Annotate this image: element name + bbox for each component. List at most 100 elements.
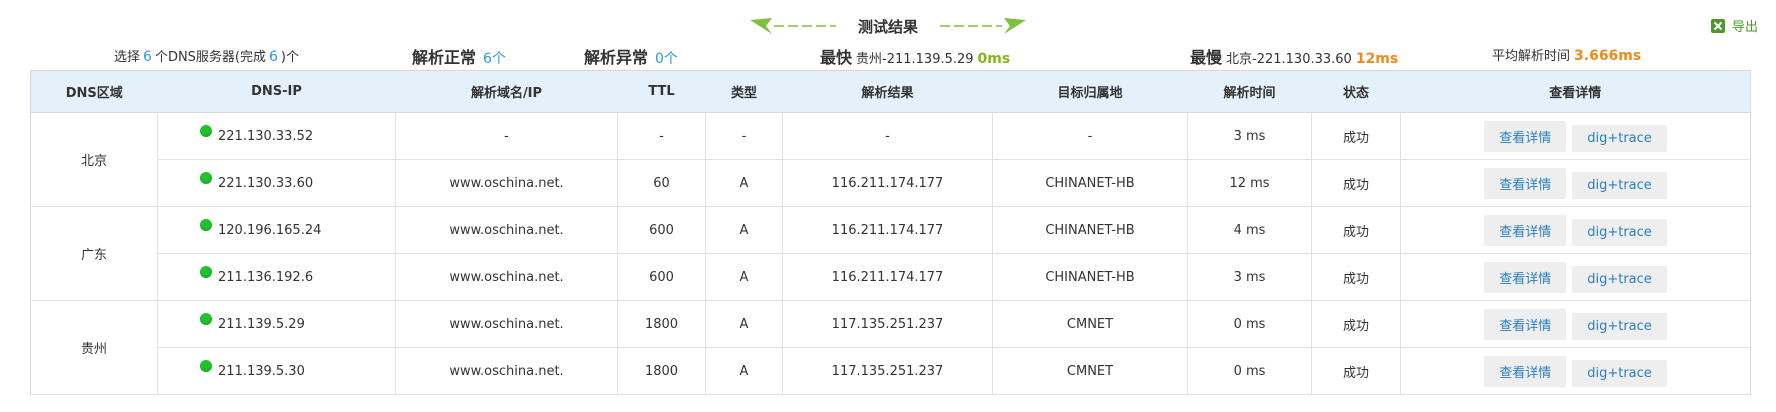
- time-cell: 3 ms: [1187, 253, 1312, 301]
- result-cell: 116.211.174.177: [782, 159, 993, 207]
- slowest-server: 北京-221.130.33.60: [1226, 52, 1352, 67]
- fastest-label: 最快: [820, 48, 853, 67]
- dig-trace-button[interactable]: dig+trace: [1572, 312, 1667, 340]
- domain-cell: -: [395, 112, 618, 160]
- status-cell: 成功: [1311, 206, 1401, 254]
- view-detail-button[interactable]: 查看详情: [1484, 261, 1567, 293]
- actions-cell: 查看详情 dig+trace: [1400, 159, 1751, 207]
- select-prefix: 选择: [114, 50, 141, 65]
- ttl-cell: 60: [617, 159, 706, 207]
- location-cell: CMNET: [992, 300, 1188, 348]
- view-detail-button[interactable]: 查看详情: [1484, 120, 1567, 152]
- table-header: DNS区域 DNS-IP 解析域名/IP TTL 类型 解析结果 目标归属地 解…: [30, 70, 1751, 113]
- fastest-summary: 最快 贵州-211.139.5.29 0ms: [820, 44, 1010, 68]
- abnormal-count: 0个: [655, 51, 678, 67]
- dig-trace-button[interactable]: dig+trace: [1572, 359, 1667, 387]
- abnormal-label: 解析异常: [584, 48, 649, 67]
- dns-ip-cell: 211.139.5.29: [157, 300, 396, 348]
- domain-cell: www.oschina.net.: [395, 253, 618, 301]
- type-cell: A: [705, 159, 783, 207]
- average-summary: 平均解析时间 3.666ms: [1492, 45, 1641, 64]
- normal-label: 解析正常: [412, 48, 477, 67]
- domain-cell: www.oschina.net.: [395, 206, 618, 254]
- table-row: 211.139.5.30 www.oschina.net. 1800 A 117…: [31, 347, 1751, 395]
- status-dot-icon: [200, 219, 212, 231]
- location-cell: CHINANET-HB: [992, 206, 1188, 254]
- table-row: 贵州 211.139.5.29 www.oschina.net. 1800 A …: [30, 300, 1751, 395]
- status-cell: 成功: [1311, 300, 1401, 348]
- col-result: 解析结果: [782, 70, 993, 113]
- abnormal-summary: 解析异常 0个: [584, 44, 681, 68]
- result-cell: 116.211.174.177: [782, 253, 993, 301]
- status-cell: 成功: [1311, 347, 1401, 395]
- domain-cell: www.oschina.net.: [395, 300, 618, 348]
- time-cell: 0 ms: [1187, 347, 1312, 395]
- view-detail-button[interactable]: 查看详情: [1484, 355, 1567, 387]
- result-cell: 117.135.251.237: [782, 300, 993, 348]
- location-cell: -: [992, 112, 1188, 160]
- type-cell: -: [705, 112, 783, 160]
- fastest-server: 贵州-211.139.5.29: [856, 52, 974, 67]
- type-cell: A: [705, 253, 783, 301]
- col-time: 解析时间: [1187, 70, 1312, 113]
- avg-time: 3.666ms: [1574, 48, 1642, 64]
- actions-cell: 查看详情 dig+trace: [1400, 112, 1751, 160]
- dig-trace-button[interactable]: dig+trace: [1572, 265, 1667, 293]
- status-dot-icon: [200, 360, 212, 372]
- time-cell: 3 ms: [1187, 112, 1312, 160]
- region-cell: 北京: [30, 112, 158, 207]
- ttl-cell: 600: [617, 206, 706, 254]
- view-detail-button[interactable]: 查看详情: [1484, 308, 1567, 340]
- title-bar: 测试结果: [0, 14, 1776, 44]
- select-done: 6: [269, 49, 278, 65]
- domain-cell: www.oschina.net.: [395, 159, 618, 207]
- normal-summary: 解析正常 6个: [412, 44, 509, 68]
- dns-ip: 211.136.192.6: [218, 269, 314, 285]
- col-location: 目标归属地: [992, 70, 1188, 113]
- result-cell: -: [782, 112, 993, 160]
- dns-ip: 211.139.5.29: [218, 316, 305, 332]
- ttl-cell: 600: [617, 253, 706, 301]
- result-cell: 117.135.251.237: [782, 347, 993, 395]
- view-detail-button[interactable]: 查看详情: [1484, 214, 1567, 246]
- time-cell: 12 ms: [1187, 159, 1312, 207]
- type-cell: A: [705, 347, 783, 395]
- actions-cell: 查看详情 dig+trace: [1400, 300, 1751, 348]
- left-arrow-decoration-icon: [749, 18, 836, 34]
- location-cell: CMNET: [992, 347, 1188, 395]
- status-cell: 成功: [1311, 253, 1401, 301]
- col-detail: 查看详情: [1400, 70, 1751, 113]
- dig-trace-button[interactable]: dig+trace: [1572, 171, 1667, 199]
- status-dot-icon: [200, 266, 212, 278]
- col-domain: 解析域名/IP: [395, 70, 618, 113]
- col-ttl: TTL: [617, 70, 706, 113]
- col-status: 状态: [1311, 70, 1401, 113]
- region-cell: 贵州: [30, 300, 158, 395]
- dns-results-table: DNS区域 DNS-IP 解析域名/IP TTL 类型 解析结果 目标归属地 解…: [30, 70, 1751, 395]
- ttl-cell: -: [617, 112, 706, 160]
- time-cell: 4 ms: [1187, 206, 1312, 254]
- dns-ip-cell: 211.139.5.30: [157, 347, 396, 395]
- result-cell: 116.211.174.177: [782, 206, 993, 254]
- select-suffix: )个: [280, 50, 299, 65]
- view-detail-button[interactable]: 查看详情: [1484, 167, 1567, 199]
- summary-bar: 选择 6 个DNS服务器(完成 6 )个 解析正常 6个 解析异常 0个 最快 …: [0, 44, 1776, 68]
- export-button[interactable]: 导出: [1710, 16, 1758, 35]
- table-row: 221.130.33.60 www.oschina.net. 60 A 116.…: [31, 159, 1751, 207]
- slowest-summary: 最慢 北京-221.130.33.60 12ms: [1190, 44, 1398, 68]
- select-count: 6: [143, 49, 152, 65]
- table-row: 211.136.192.6 www.oschina.net. 600 A 116…: [31, 253, 1751, 301]
- ttl-cell: 1800: [617, 347, 706, 395]
- page-title: 测试结果: [857, 17, 919, 36]
- domain-cell: www.oschina.net.: [395, 347, 618, 395]
- dns-ip: 120.196.165.24: [218, 222, 322, 238]
- col-dns-ip: DNS-IP: [157, 70, 396, 113]
- type-cell: A: [705, 300, 783, 348]
- normal-count: 6个: [483, 51, 506, 67]
- dig-trace-button[interactable]: dig+trace: [1572, 124, 1667, 152]
- dig-trace-button[interactable]: dig+trace: [1572, 218, 1667, 246]
- type-cell: A: [705, 206, 783, 254]
- dns-ip-cell: 120.196.165.24: [157, 206, 396, 254]
- status-cell: 成功: [1311, 112, 1401, 160]
- region-cell: 广东: [30, 206, 158, 301]
